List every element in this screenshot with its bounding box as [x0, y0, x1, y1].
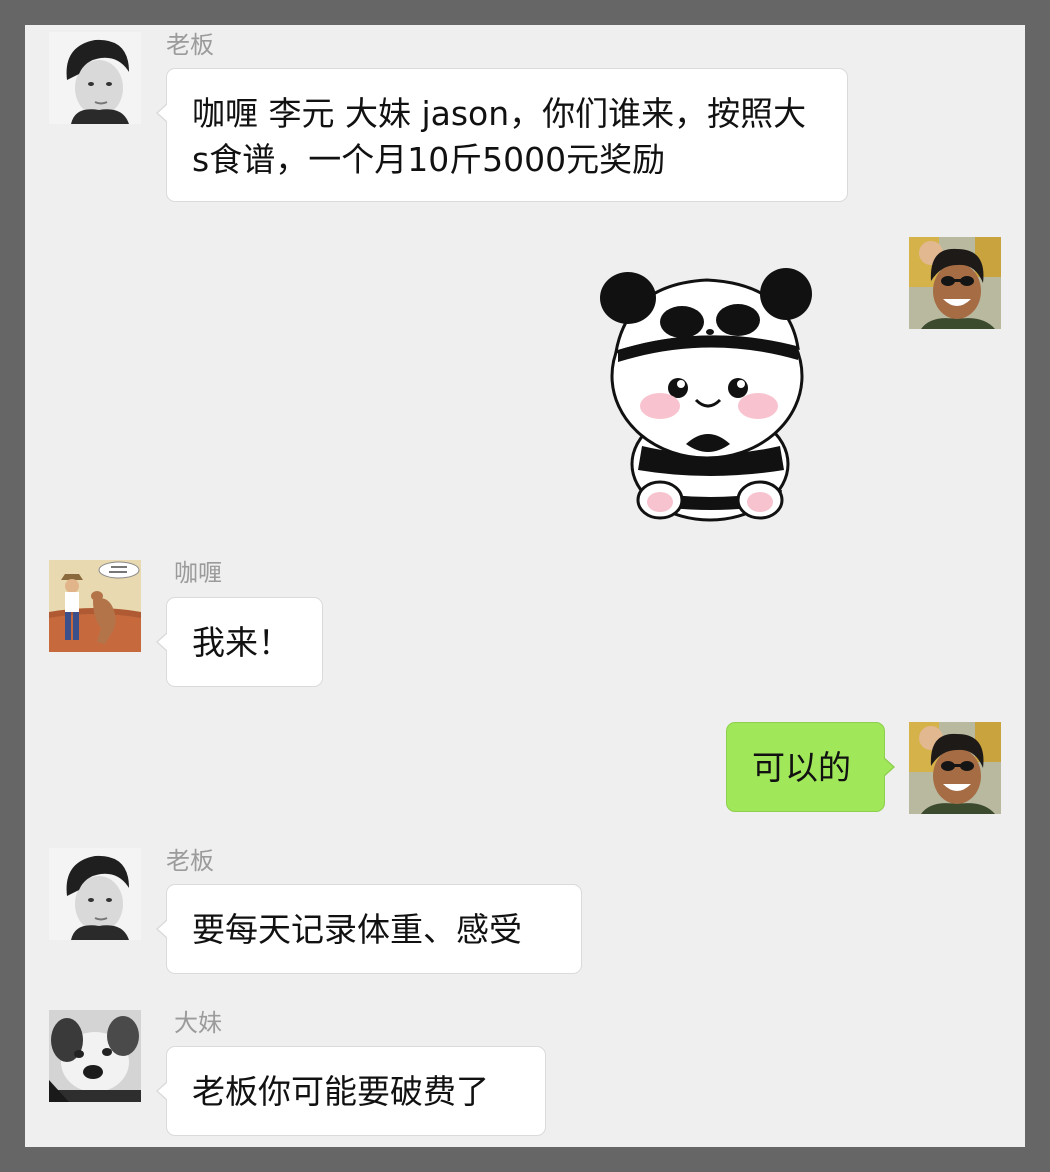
- laughing-man-sunglasses-avatar[interactable]: [909, 237, 1001, 329]
- sender-name: 大妹: [174, 1009, 222, 1037]
- young-man-bw-avatar[interactable]: [49, 32, 141, 124]
- message-bubble[interactable]: 老板你可能要破费了: [156, 1046, 546, 1136]
- sender-name: 老板: [166, 847, 214, 875]
- laughing-man-sunglasses-avatar[interactable]: [909, 722, 1001, 814]
- chat-area[interactable]: 老板 咖喱 李元 大妹 jason，你们谁来，按照大s食谱，一个月10斤5000…: [25, 25, 1025, 1147]
- sender-name: 老板: [166, 31, 214, 59]
- puppy-bw-avatar[interactable]: [49, 1010, 141, 1102]
- cartoon-kangaroo-avatar[interactable]: [49, 560, 141, 652]
- sender-name: 咖喱: [174, 559, 222, 587]
- message-bubble[interactable]: 要每天记录体重、感受: [156, 884, 582, 974]
- message-bubble[interactable]: 可以的: [726, 722, 895, 812]
- message-bubble[interactable]: 我来！: [156, 597, 323, 687]
- young-man-bw-avatar[interactable]: [49, 848, 141, 940]
- panda-hat-bear-sticker[interactable]: [598, 264, 816, 526]
- message-bubble[interactable]: 咖喱 李元 大妹 jason，你们谁来，按照大s食谱，一个月10斤5000元奖励: [156, 68, 848, 202]
